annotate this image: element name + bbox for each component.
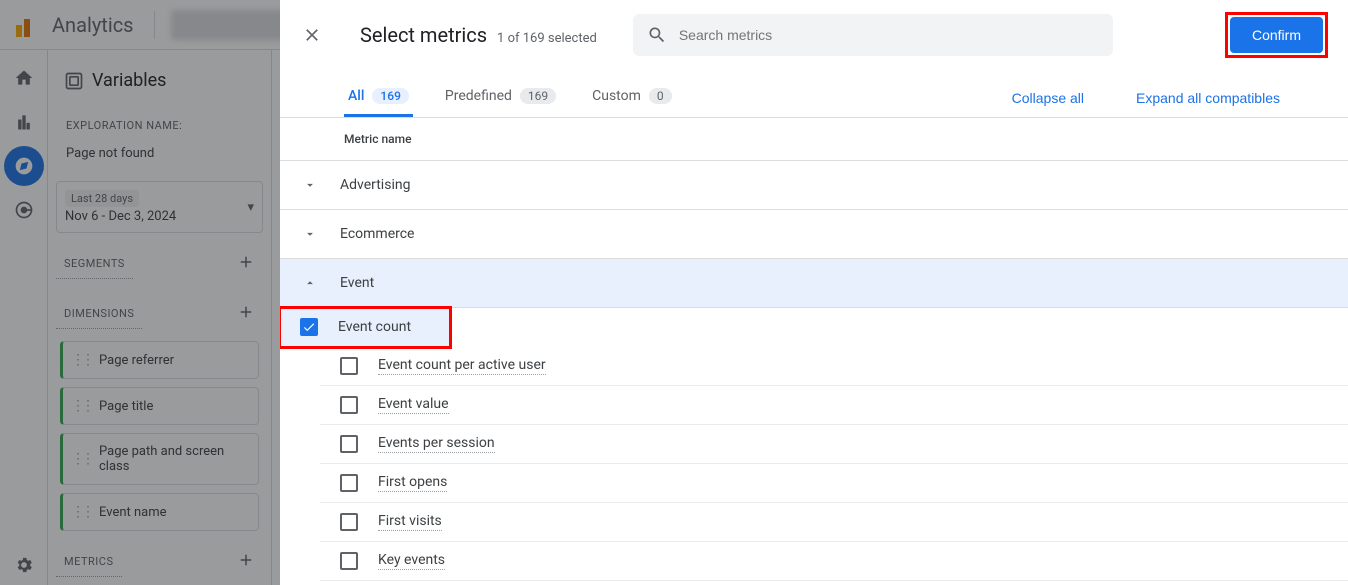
group-row[interactable]: Ecommerce xyxy=(280,210,1348,259)
dialog-header: Select metrics 1 of 169 selected Confirm xyxy=(280,0,1348,70)
collapse-all-button[interactable]: Collapse all xyxy=(1008,90,1088,106)
checkbox[interactable] xyxy=(340,474,358,492)
chevron-down-icon xyxy=(300,224,320,244)
checkbox[interactable] xyxy=(300,318,318,336)
confirm-button[interactable]: Confirm xyxy=(1230,17,1323,53)
tab-count: 169 xyxy=(520,88,556,104)
confirm-highlight: Confirm xyxy=(1225,12,1328,58)
group-row[interactable]: Advertising xyxy=(280,161,1348,210)
tab-label: Predefined xyxy=(445,88,512,104)
select-metrics-dialog: Select metrics 1 of 169 selected Confirm… xyxy=(280,0,1348,585)
checkbox[interactable] xyxy=(340,357,358,375)
metric-list: Advertising Ecommerce Event Event count … xyxy=(280,161,1348,585)
tab-custom[interactable]: Custom 0 xyxy=(588,78,676,117)
metric-label: Events per session xyxy=(378,435,495,453)
tab-count: 0 xyxy=(649,88,672,104)
metric-row[interactable]: First visits xyxy=(320,503,1348,542)
dialog-title: Select metrics xyxy=(360,23,487,47)
metric-label: First opens xyxy=(378,474,447,492)
metric-label: Event value xyxy=(378,396,449,414)
chevron-down-icon xyxy=(300,175,320,195)
tab-label: All xyxy=(348,88,364,104)
checkbox[interactable] xyxy=(340,552,358,570)
group-label: Advertising xyxy=(340,177,410,193)
tab-predefined[interactable]: Predefined 169 xyxy=(441,78,560,117)
group-label: Event xyxy=(340,275,374,291)
dialog-subtitle: 1 of 169 selected xyxy=(497,31,597,46)
column-header: Metric name xyxy=(280,118,1348,161)
metric-row[interactable]: Events per session xyxy=(320,425,1348,464)
metric-row-selected[interactable]: Event count xyxy=(280,308,450,347)
metric-label: First visits xyxy=(378,513,442,531)
tab-all[interactable]: All 169 xyxy=(344,78,413,117)
check-icon xyxy=(302,320,316,334)
metric-row[interactable]: Key events xyxy=(320,542,1348,581)
group-row-expanded[interactable]: Event xyxy=(280,259,1348,308)
tab-label: Custom xyxy=(592,88,641,104)
checkbox[interactable] xyxy=(340,396,358,414)
tabs: All 169 Predefined 169 Custom 0 Collapse… xyxy=(280,70,1348,118)
expand-all-button[interactable]: Expand all compatibles xyxy=(1132,90,1284,106)
metric-label: Key events xyxy=(378,552,445,570)
metric-row[interactable]: Event count per active user xyxy=(320,347,1348,386)
group-label: Ecommerce xyxy=(340,226,414,242)
metric-label: Event count xyxy=(338,319,411,336)
search-input[interactable] xyxy=(679,27,1099,43)
metric-label: Event count per active user xyxy=(378,357,546,375)
metric-row[interactable]: First opens xyxy=(320,464,1348,503)
metric-row[interactable]: Event value xyxy=(320,386,1348,425)
checkbox[interactable] xyxy=(340,513,358,531)
search-icon xyxy=(647,25,667,45)
search-box[interactable] xyxy=(633,14,1113,56)
chevron-up-icon xyxy=(300,273,320,293)
tab-count: 169 xyxy=(372,88,408,104)
close-icon xyxy=(302,25,322,45)
close-button[interactable] xyxy=(300,23,324,47)
checkbox[interactable] xyxy=(340,435,358,453)
